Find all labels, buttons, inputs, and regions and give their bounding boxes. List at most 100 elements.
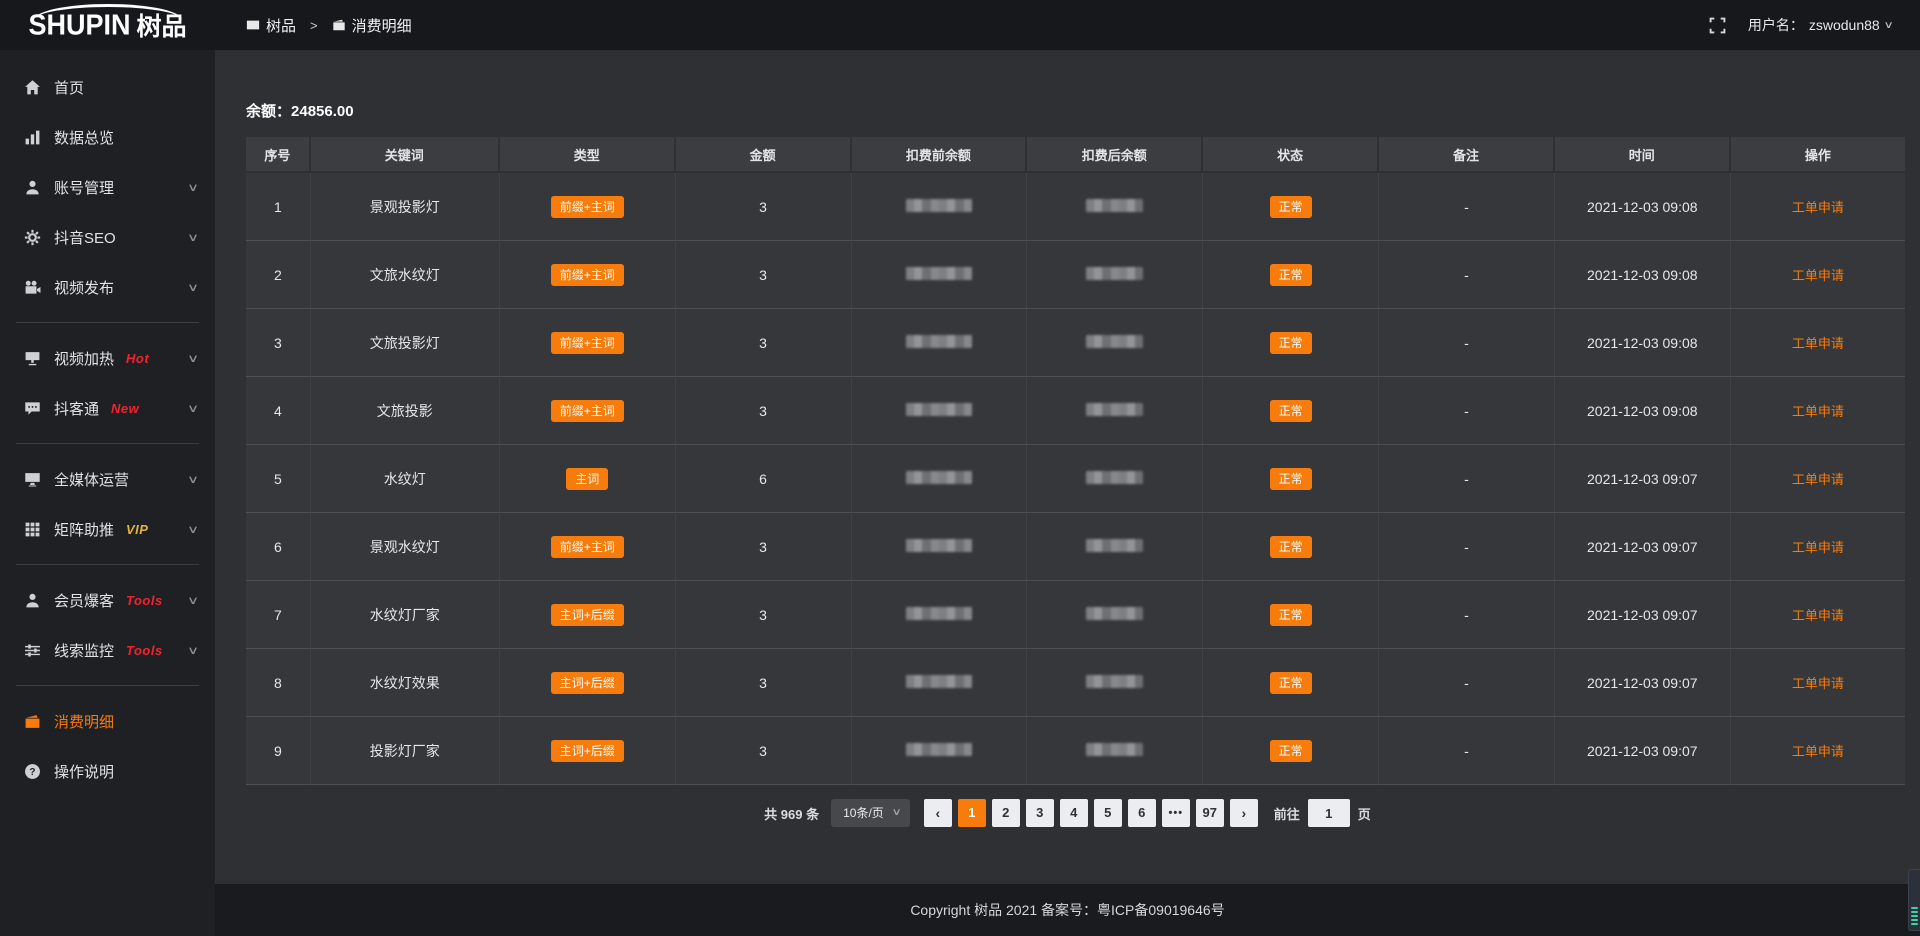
work-order-link[interactable]: 工单申请 — [1792, 676, 1844, 691]
sidebar-item-home[interactable]: 首页 — [0, 62, 215, 112]
work-order-link[interactable]: 工单申请 — [1792, 744, 1844, 759]
page-button-4[interactable]: 4 — [1060, 799, 1088, 827]
home-icon — [24, 79, 41, 96]
time: 2021-12-03 09:08 — [1587, 335, 1698, 351]
sidebar-item-label: 会员爆客 — [54, 590, 114, 611]
chevron-down-icon: ∨ — [892, 799, 902, 827]
breadcrumb-home[interactable]: 树品 — [246, 15, 296, 36]
remark: - — [1464, 335, 1469, 351]
sidebar-item-video-publish[interactable]: 视频发布 ∨ — [0, 262, 215, 312]
topbar-right: 用户名： zswodun88 ∨ — [1709, 15, 1920, 35]
chat-widget[interactable] — [1908, 869, 1920, 931]
sidebar-item-label: 数据总览 — [54, 127, 114, 148]
sidebar-item-instructions[interactable]: ? 操作说明 — [0, 746, 215, 796]
sidebar-item-douketong[interactable]: 抖客通 New ∨ — [0, 383, 215, 433]
next-page-button[interactable]: › — [1230, 799, 1258, 827]
sidebar-item-consumption-detail[interactable]: 消费明细 — [0, 696, 215, 746]
page-button-1[interactable]: 1 — [958, 799, 986, 827]
goto-label: 前往 — [1274, 804, 1300, 823]
amount: 3 — [759, 335, 767, 351]
status-badge: 正常 — [1270, 740, 1312, 762]
page-button-3[interactable]: 3 — [1026, 799, 1054, 827]
pagination-total: 共 969 条 — [764, 804, 819, 823]
work-order-link[interactable]: 工单申请 — [1792, 472, 1844, 487]
sidebar-item-douyin-seo[interactable]: 抖音SEO ∨ — [0, 212, 215, 262]
type-badge: 前缀+主词 — [551, 400, 624, 422]
type-badge: 主词+后缀 — [551, 672, 624, 694]
prev-page-button[interactable]: ‹ — [924, 799, 952, 827]
sidebar-item-all-media[interactable]: 全媒体运营 ∨ — [0, 454, 215, 504]
censored-balance-before — [906, 607, 972, 620]
consumption-table: 序号 关键词 类型 金额 扣费前余额 扣费后余额 状态 备注 时间 操作 1 景… — [246, 137, 1905, 785]
page-button-97[interactable]: 97 — [1196, 799, 1224, 827]
chevron-down-icon: ∨ — [187, 181, 199, 194]
keyword: 文旅投影 — [377, 403, 433, 419]
work-order-link[interactable]: 工单申请 — [1792, 608, 1844, 623]
more-pages-button[interactable]: ••• — [1162, 799, 1190, 827]
time: 2021-12-03 09:07 — [1587, 675, 1698, 691]
status-badge: 正常 — [1270, 196, 1312, 218]
breadcrumb-separator: > — [310, 18, 318, 33]
sidebar-divider — [16, 443, 199, 444]
work-order-link[interactable]: 工单申请 — [1792, 268, 1844, 283]
chevron-down-icon: ∨ — [187, 594, 199, 607]
breadcrumb-current-label: 消费明细 — [352, 15, 412, 36]
logo-text-en: SHUPIN — [28, 9, 130, 42]
row-index: 6 — [274, 539, 282, 555]
fullscreen-icon[interactable] — [1709, 17, 1726, 34]
time: 2021-12-03 09:07 — [1587, 743, 1698, 759]
col-header-index: 序号 — [246, 137, 311, 173]
sidebar-item-account-management[interactable]: 账号管理 ∨ — [0, 162, 215, 212]
goto-page-input[interactable] — [1308, 799, 1350, 827]
page-size-select[interactable]: 10条/页 ∨ — [831, 799, 910, 827]
censored-balance-before — [906, 675, 972, 688]
sidebar-item-member-burst[interactable]: 会员爆客 Tools ∨ — [0, 575, 215, 625]
table-row: 9 投影灯厂家 主词+后缀 3 正常 - 2021-12-03 09:07 工单… — [246, 717, 1905, 785]
work-order-link[interactable]: 工单申请 — [1792, 404, 1844, 419]
row-index: 7 — [274, 607, 282, 623]
sidebar-item-label: 视频加热 — [54, 348, 114, 369]
page-button-6[interactable]: 6 — [1128, 799, 1156, 827]
time: 2021-12-03 09:08 — [1587, 267, 1698, 283]
amount: 3 — [759, 199, 767, 215]
censored-balance-before — [906, 199, 972, 212]
sidebar-item-matrix-boost[interactable]: 矩阵助推 VIP ∨ — [0, 504, 215, 554]
wallet-icon — [24, 713, 41, 730]
work-order-link[interactable]: 工单申请 — [1792, 200, 1844, 215]
main-content: 余额：24856.00 序号 关键词 类型 金额 扣费前余额 扣费后余额 状态 … — [215, 50, 1920, 936]
status-badge: 正常 — [1270, 604, 1312, 626]
keyword: 文旅投影灯 — [370, 335, 440, 351]
censored-balance-after — [1086, 199, 1143, 212]
row-index: 5 — [274, 471, 282, 487]
table-row: 2 文旅水纹灯 前缀+主词 3 正常 - 2021-12-03 09:08 工单… — [246, 241, 1905, 309]
remark: - — [1464, 199, 1469, 215]
gear-icon — [24, 229, 41, 246]
amount: 6 — [759, 471, 767, 487]
work-order-link[interactable]: 工单申请 — [1792, 540, 1844, 555]
censored-balance-after — [1086, 743, 1143, 756]
amount: 3 — [759, 267, 767, 283]
status-badge: 正常 — [1270, 264, 1312, 286]
chevron-down-icon: ∨ — [187, 352, 199, 365]
vip-badge: VIP — [126, 522, 148, 537]
breadcrumb-current[interactable]: 消费明细 — [332, 15, 412, 36]
sidebar-item-data-overview[interactable]: 数据总览 — [0, 112, 215, 162]
status-badge: 正常 — [1270, 536, 1312, 558]
time: 2021-12-03 09:07 — [1587, 607, 1698, 623]
status-badge: 正常 — [1270, 332, 1312, 354]
page-button-5[interactable]: 5 — [1094, 799, 1122, 827]
censored-balance-before — [906, 539, 972, 552]
sidebar-item-lead-monitor[interactable]: 线索监控 Tools ∨ — [0, 625, 215, 675]
sidebar-item-label: 抖客通 — [54, 398, 99, 419]
user-icon — [24, 592, 41, 609]
page-button-2[interactable]: 2 — [992, 799, 1020, 827]
user-menu[interactable]: 用户名： zswodun88 ∨ — [1748, 15, 1892, 35]
sidebar-item-video-heat[interactable]: 视频加热 Hot ∨ — [0, 333, 215, 383]
username-label: 用户名： — [1748, 15, 1804, 35]
col-header-status: 状态 — [1203, 137, 1379, 173]
copyright-text: Copyright 树品 2021 备案号：粤ICP备09019646号 — [910, 900, 1224, 920]
chevron-down-icon: ∨ — [187, 402, 199, 415]
goto-suffix: 页 — [1358, 804, 1371, 823]
chat-bubble-icon — [24, 400, 41, 417]
work-order-link[interactable]: 工单申请 — [1792, 336, 1844, 351]
